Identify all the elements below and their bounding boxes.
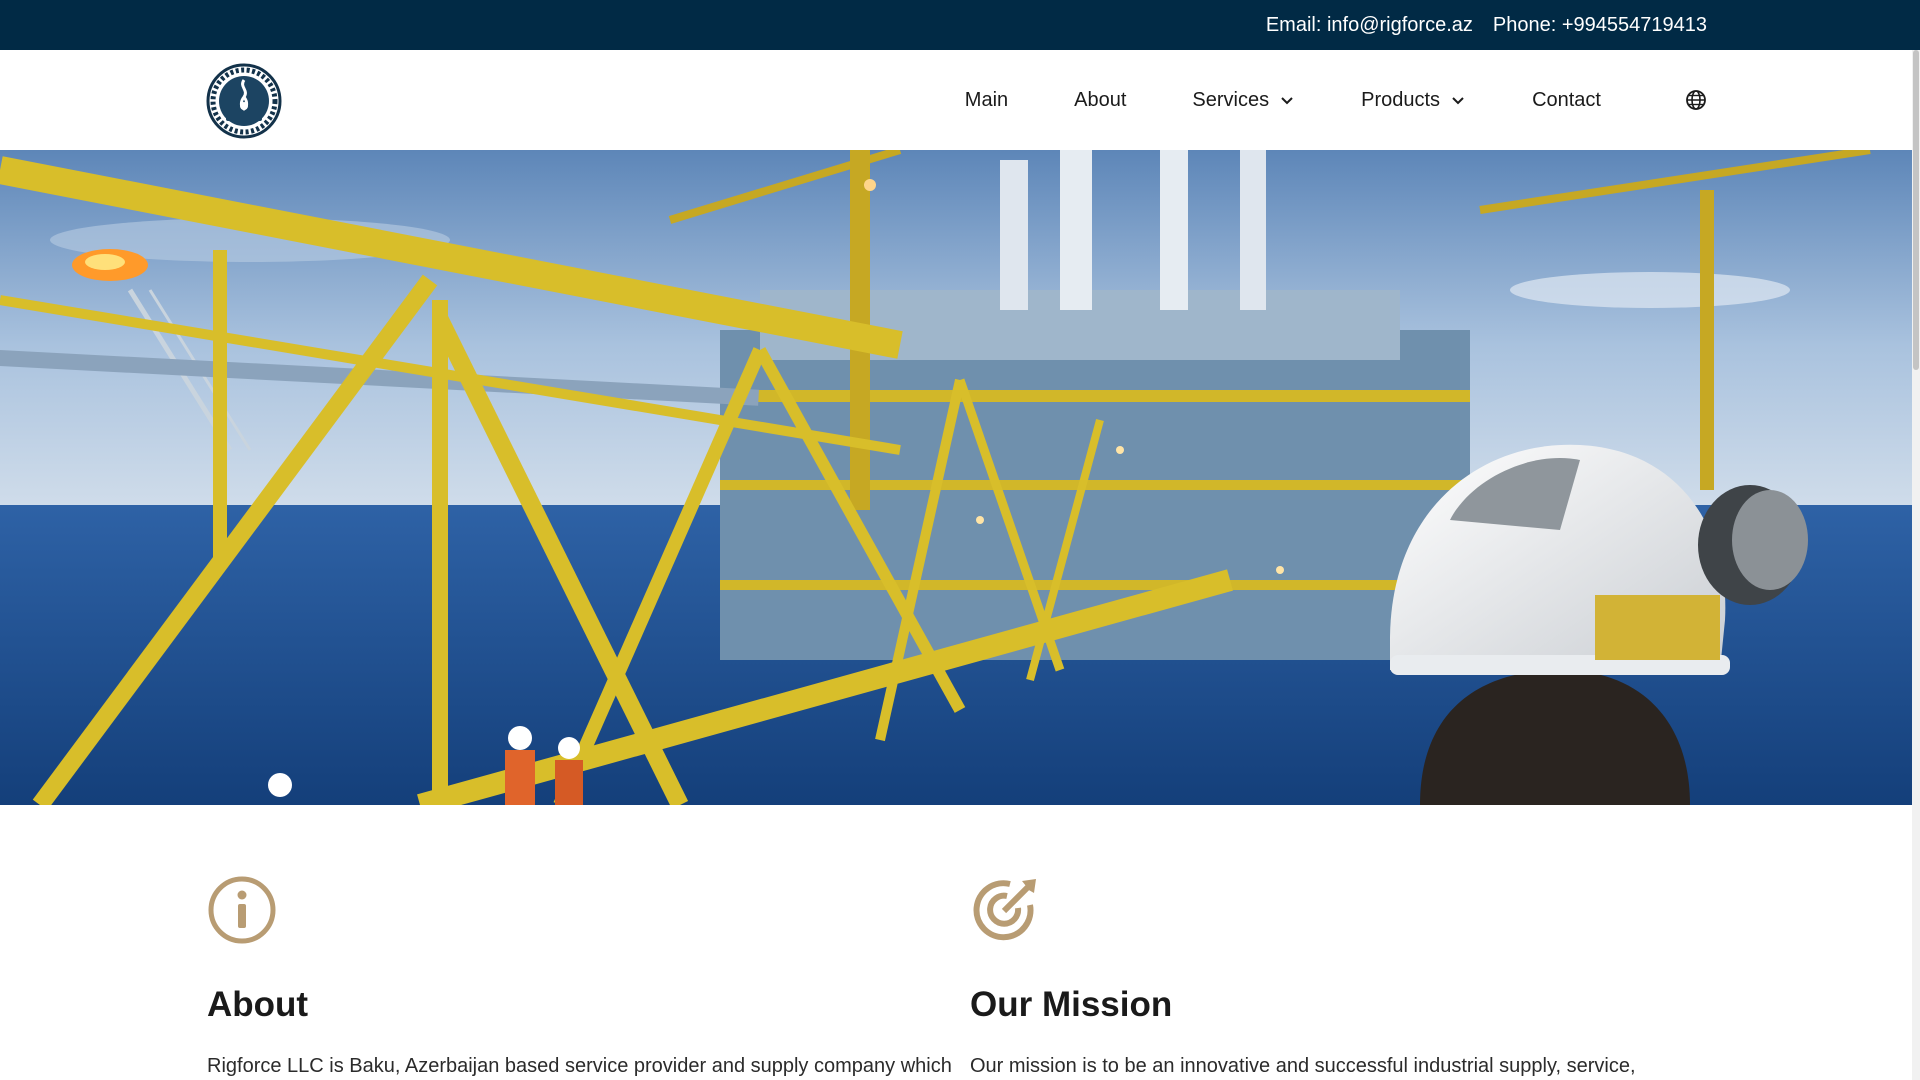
nav-services-label: Services — [1192, 88, 1270, 111]
globe-icon — [1686, 90, 1706, 110]
mission-section: Our Mission Our mission is to be an inno… — [970, 875, 1670, 1077]
language-switcher[interactable] — [1685, 89, 1707, 111]
email-link[interactable]: Email: info@rigforce.az — [1266, 14, 1473, 37]
page-scrollbar[interactable] — [1912, 50, 1920, 1080]
nav-main-label: Main — [964, 88, 1009, 111]
chevron-down-icon — [1281, 97, 1293, 105]
chevron-down-icon — [1452, 97, 1464, 105]
mission-text: Our mission is to be an innovative and s… — [970, 1055, 1636, 1077]
hero-image — [0, 150, 1912, 805]
about-section: About Rigforce LLC is Baku, Azerbaijan b… — [207, 875, 952, 1077]
top-contact-bar: Email: info@rigforce.az Phone: +99455471… — [0, 0, 1920, 50]
site-header: Main About Services Products Contact — [0, 50, 1920, 150]
rigforce-logo[interactable] — [206, 63, 282, 139]
hero-banner — [0, 150, 1912, 805]
nav-products-label: Products — [1361, 88, 1441, 111]
scrollbar-thumb[interactable] — [1913, 50, 1919, 370]
nav-contact[interactable]: Contact — [1532, 89, 1601, 112]
about-text: Rigforce LLC is Baku, Azerbaijan based s… — [207, 1055, 952, 1077]
phone-link[interactable]: Phone: +994554719413 — [1493, 14, 1707, 37]
info-icon — [208, 876, 276, 944]
about-title: About — [207, 985, 309, 1024]
nav-about-label: About — [1074, 88, 1127, 111]
nav-about[interactable]: About — [1074, 89, 1126, 112]
nav-contact-label: Contact — [1532, 88, 1601, 111]
mission-title: Our Mission — [970, 985, 1173, 1024]
nav-services[interactable]: Services — [1192, 89, 1295, 112]
contact-info: Email: info@rigforce.az Phone: +99455471… — [1266, 0, 1707, 50]
nav-products[interactable]: Products — [1361, 89, 1466, 112]
main-nav: Main About Services Products Contact — [965, 50, 1707, 150]
nav-main[interactable]: Main — [965, 89, 1008, 112]
target-icon — [973, 879, 1036, 941]
